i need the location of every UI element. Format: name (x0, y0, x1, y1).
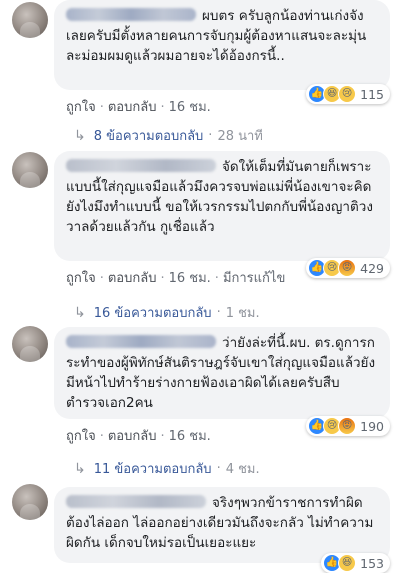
comment-actions: ถูกใจ · ตอบกลับ · 16 ชม. · มีการแก้ไข (66, 267, 285, 288)
reaction-count: 153 (360, 555, 384, 571)
view-replies[interactable]: ↳ 11 ข้อความตอบกลับ · 4 ชม. (74, 458, 260, 479)
reaction-count: 429 (360, 260, 384, 276)
replies-time: 4 ชม. (225, 462, 260, 477)
comment-bubble: ว่ายังล่ะที่นี้.ผบ. ตร.ดูการกระทำของผู้พ… (54, 327, 390, 419)
comment-bubble: จัดให้เต็มที่มันตายก็เพราะแบบนี้ใส่กุญแจ… (54, 151, 390, 261)
sad-icon: 😢 (338, 85, 357, 103)
reaction-summary[interactable]: 👍 😆 😢 115 (306, 84, 390, 104)
comment-bubble: ผบตร ครับลูกน้องท่านเก่งจังเลยครับมีตั้ง… (54, 0, 390, 90)
view-replies[interactable]: ↳ 8 ข้อความตอบกลับ · 28 นาที (74, 125, 263, 146)
reaction-summary[interactable]: 👍 😢 😡 190 (306, 416, 390, 436)
commenter-name[interactable] (66, 159, 216, 172)
separator-dot: · (214, 271, 219, 286)
angry-icon: 😡 (338, 259, 357, 277)
separator-dot: · (216, 461, 221, 476)
separator-dot: · (99, 271, 104, 286)
commenter-name[interactable] (66, 495, 206, 508)
separator-dot: · (160, 271, 165, 286)
commenter-name[interactable] (66, 8, 196, 21)
reply-arrow-icon: ↳ (74, 304, 86, 321)
separator-dot: · (99, 100, 104, 115)
replies-time: 1 ชม. (225, 306, 260, 321)
comment-time[interactable]: 16 ชม. (169, 429, 211, 444)
reaction-count: 115 (360, 86, 384, 102)
avatar[interactable] (12, 2, 48, 38)
avatar[interactable] (12, 152, 48, 188)
reaction-count: 190 (360, 418, 384, 434)
reply-link[interactable]: ตอบกลับ (108, 429, 157, 444)
reply-link[interactable]: ตอบกลับ (108, 100, 157, 115)
replies-label[interactable]: 16 ข้อความตอบกลับ (94, 302, 212, 323)
avatar[interactable] (12, 326, 48, 362)
replies-label[interactable]: 8 ข้อความตอบกลับ (94, 125, 204, 146)
separator-dot: · (208, 128, 213, 143)
like-link[interactable]: ถูกใจ (66, 100, 96, 115)
reaction-summary[interactable]: 👍 😢 😡 429 (306, 258, 390, 278)
angry-icon: 😡 (338, 417, 357, 435)
separator-dot: · (99, 429, 104, 444)
view-replies[interactable]: ↳ 16 ข้อความตอบกลับ · 1 ชม. (74, 302, 260, 323)
reaction-summary[interactable]: 👍 😆 153 (321, 553, 390, 573)
replies-time: 28 นาที (217, 129, 263, 144)
separator-dot: · (216, 305, 221, 320)
commenter-name[interactable] (66, 335, 216, 348)
reply-arrow-icon: ↳ (74, 460, 86, 477)
comment-time[interactable]: 16 ชม. (169, 271, 211, 286)
comment-actions: ถูกใจ · ตอบกลับ · 16 ชม. (66, 96, 211, 117)
reply-arrow-icon: ↳ (74, 127, 86, 144)
haha-icon: 😆 (338, 554, 357, 572)
replies-label[interactable]: 11 ข้อความตอบกลับ (94, 458, 212, 479)
avatar[interactable] (12, 484, 48, 520)
comment-time[interactable]: 16 ชม. (169, 100, 211, 115)
edited-label[interactable]: มีการแก้ไข (223, 271, 285, 286)
like-link[interactable]: ถูกใจ (66, 271, 96, 286)
like-link[interactable]: ถูกใจ (66, 429, 96, 444)
comment-bubble: จริงๆพวกข้าราชการทำผิดต้องไล่ออก ไล่ออกอ… (54, 487, 390, 563)
separator-dot: · (160, 429, 165, 444)
comment-actions: ถูกใจ · ตอบกลับ · 16 ชม. (66, 425, 211, 446)
separator-dot: · (160, 100, 165, 115)
reply-link[interactable]: ตอบกลับ (108, 271, 157, 286)
